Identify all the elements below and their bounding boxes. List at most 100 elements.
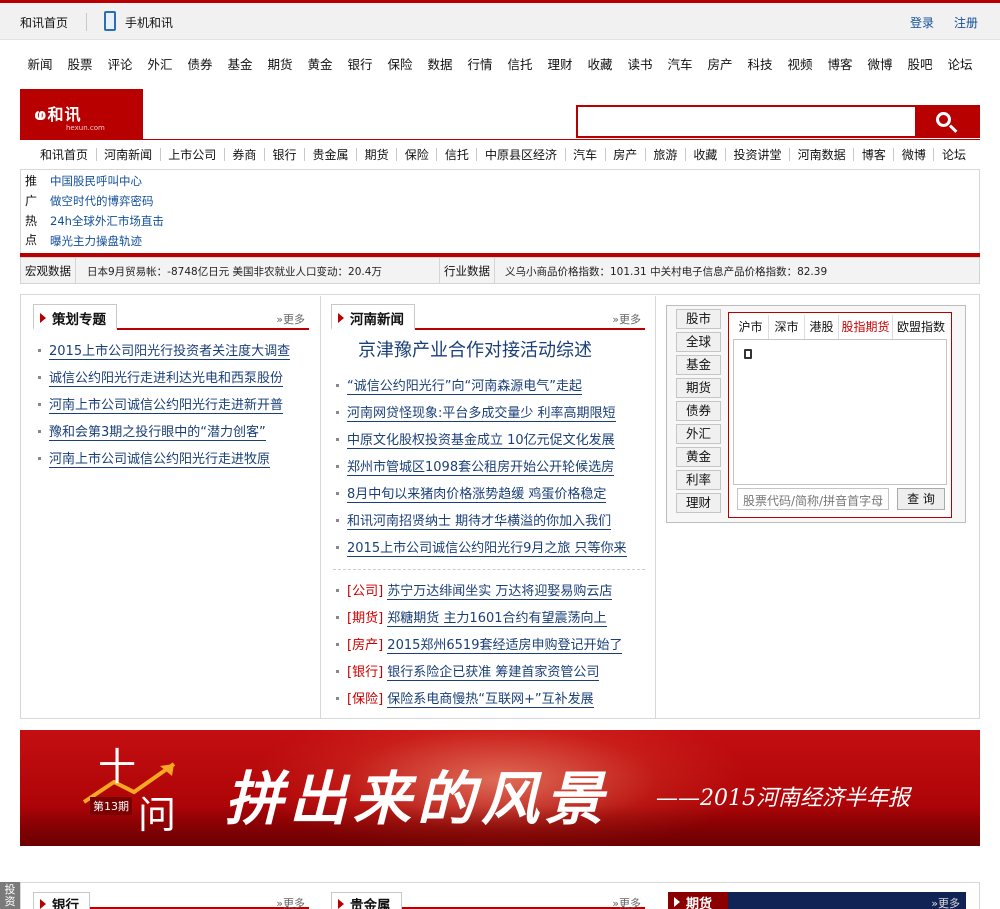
market-button-gold[interactable]: 黄金 <box>676 447 721 467</box>
subnav-item[interactable]: 博客 <box>862 146 886 164</box>
industry-data-label[interactable]: 行业数据 <box>439 258 495 283</box>
list-item[interactable]: 和讯河南招贤纳士 期待才华横溢的你加入我们 <box>333 510 645 537</box>
special-topics-tab[interactable]: 策划专题 <box>33 304 117 330</box>
list-item[interactable]: [保险] 保险系电商慢热“互联网+”互补发展 <box>333 688 645 715</box>
list-item[interactable]: [期货] 郑糖期货 主力1601合约有望震荡向上 <box>333 607 645 634</box>
stock-code-input[interactable]: 股票代码/简称/拼音首字母 <box>737 488 889 510</box>
list-item[interactable]: 郑州市管城区1098套公租房开始公开轮候选房 <box>333 456 645 483</box>
nav-item[interactable]: 股吧 <box>900 54 940 72</box>
promo-link[interactable]: 曝光主力操盘轨迹 <box>50 233 142 249</box>
nav-item[interactable]: 保险 <box>380 54 420 72</box>
subnav-item[interactable]: 旅游 <box>653 146 677 164</box>
subnav-item[interactable]: 券商 <box>232 146 256 164</box>
promo-link[interactable]: 中国股民呼叫中心 <box>50 173 142 189</box>
futures-more-link[interactable]: »更多 <box>931 895 960 909</box>
nav-item[interactable]: 论坛 <box>940 54 980 72</box>
subnav-item[interactable]: 保险 <box>405 146 429 164</box>
tab-shenzhen[interactable]: 深市 <box>769 315 805 340</box>
nav-item[interactable]: 收藏 <box>580 54 620 72</box>
market-button-funds[interactable]: 基金 <box>676 355 721 375</box>
list-item[interactable]: 2015上市公司阳光行投资者关注度大调查 <box>35 340 311 367</box>
hexun-home-link[interactable]: 和讯首页 <box>20 14 68 31</box>
tab-eu-index[interactable]: 欧盟指数 <box>893 315 949 340</box>
subnav-item[interactable]: 中原县区经济 <box>485 146 557 164</box>
subnav-item[interactable]: 贵金属 <box>313 146 349 164</box>
nav-item[interactable]: 外汇 <box>140 54 180 72</box>
nav-item[interactable]: 数据 <box>420 54 460 72</box>
subnav-item[interactable]: 汽车 <box>573 146 597 164</box>
macro-data-label[interactable]: 宏观数据 <box>21 258 76 283</box>
precious-metals-more-link[interactable]: »更多 <box>612 895 641 909</box>
nav-item[interactable]: 基金 <box>220 54 260 72</box>
search-button[interactable] <box>917 105 980 138</box>
henan-news-tab[interactable]: 河南新闻 <box>331 304 415 330</box>
subnav-item[interactable]: 信托 <box>445 146 469 164</box>
futures-tab[interactable]: 期货 <box>668 892 728 909</box>
market-button-stocks[interactable]: 股市 <box>676 309 721 329</box>
list-item[interactable]: 中原文化股权投资基金成立 10亿元促文化发展 <box>333 429 645 456</box>
mobile-hexun-link[interactable]: 手机和讯 <box>125 14 173 31</box>
nav-item[interactable]: 期货 <box>260 54 300 72</box>
subnav-item[interactable]: 期货 <box>365 146 389 164</box>
precious-metals-tab[interactable]: 贵金属 <box>331 892 402 909</box>
nav-item[interactable]: 博客 <box>820 54 860 72</box>
tab-index-futures[interactable]: 股指期货 <box>839 315 893 340</box>
list-item[interactable]: [公司] 苏宁万达绯闻坐实 万达将迎娶易购云店 <box>333 580 645 607</box>
search-input[interactable] <box>576 105 917 138</box>
list-item[interactable]: [银行] 银行系险企已获准 筹建首家资管公司 <box>333 661 645 688</box>
list-item[interactable]: 豫和会第3期之投行眼中的“潜力创客” <box>35 421 311 448</box>
subnav-item[interactable]: 收藏 <box>693 146 717 164</box>
nav-item[interactable]: 理财 <box>540 54 580 72</box>
nav-item[interactable]: 汽车 <box>660 54 700 72</box>
nav-item[interactable]: 评论 <box>100 54 140 72</box>
market-button-rates[interactable]: 利率 <box>676 470 721 490</box>
special-topics-more-link[interactable]: »更多 <box>276 311 305 327</box>
market-button-global[interactable]: 全球 <box>676 332 721 352</box>
list-item[interactable]: 河南上市公司诚信公约阳光行走进新开普 <box>35 394 311 421</box>
tab-hongkong[interactable]: 港股 <box>805 315 839 340</box>
register-link[interactable]: 注册 <box>954 14 978 31</box>
nav-item[interactable]: 视频 <box>780 54 820 72</box>
nav-item[interactable]: 微博 <box>860 54 900 72</box>
promo-link[interactable]: 24h全球外汇市场直击 <box>50 213 164 229</box>
nav-item[interactable]: 科技 <box>740 54 780 72</box>
market-button-bonds[interactable]: 债券 <box>676 401 721 421</box>
promo-link[interactable]: 做空时代的博弈密码 <box>50 193 154 209</box>
list-item[interactable]: 8月中旬以来猪肉价格涨势趋缓 鸡蛋价格稳定 <box>333 483 645 510</box>
list-item[interactable]: 河南上市公司诚信公约阳光行走进牧原 <box>35 448 311 475</box>
bank-tab[interactable]: 银行 <box>33 892 90 909</box>
subnav-item[interactable]: 投资讲堂 <box>734 146 782 164</box>
henan-news-more-link[interactable]: »更多 <box>612 311 641 327</box>
query-button[interactable]: 查 询 <box>897 488 945 510</box>
nav-item[interactable]: 新闻 <box>20 54 60 72</box>
subnav-item[interactable]: 河南新闻 <box>104 146 152 164</box>
mobile-phone-icon[interactable] <box>104 11 116 31</box>
subnav-item[interactable]: 论坛 <box>942 146 966 164</box>
list-item[interactable]: 河南网贷怪现象:平台多成交量少 利率高期限短 <box>333 402 645 429</box>
promo-banner[interactable]: 十 问 第13期 拼出来的风景 ——2015河南经济半年报 <box>20 730 980 846</box>
list-item[interactable]: [房产] 2015郑州6519套经适房申购登记开始了 <box>333 634 645 661</box>
bank-more-link[interactable]: »更多 <box>276 895 305 909</box>
subnav-item[interactable]: 上市公司 <box>168 146 216 164</box>
list-item[interactable]: 诚信公约阳光行走进利达光电和西泵股份 <box>35 367 311 394</box>
market-button-forex[interactable]: 外汇 <box>676 424 721 444</box>
tab-shanghai[interactable]: 沪市 <box>733 315 769 340</box>
nav-item[interactable]: 读书 <box>620 54 660 72</box>
investment-side-tab[interactable]: 投资 <box>0 882 20 909</box>
subnav-item[interactable]: 房产 <box>613 146 637 164</box>
hexun-logo[interactable]: ⱷ和讯 hexun.com <box>20 89 143 139</box>
nav-item[interactable]: 黄金 <box>300 54 340 72</box>
headline-link[interactable]: 京津豫产业合作对接活动综述 <box>358 336 592 362</box>
nav-item[interactable]: 信托 <box>500 54 540 72</box>
nav-item[interactable]: 债券 <box>180 54 220 72</box>
market-button-finance[interactable]: 理财 <box>676 493 721 513</box>
subnav-item[interactable]: 和讯首页 <box>40 146 88 164</box>
subnav-item[interactable]: 河南数据 <box>798 146 846 164</box>
nav-item[interactable]: 行情 <box>460 54 500 72</box>
login-link[interactable]: 登录 <box>910 14 934 31</box>
list-item[interactable]: “诚信公约阳光行”向“河南森源电气”走起 <box>333 375 645 402</box>
subnav-item[interactable]: 微博 <box>902 146 926 164</box>
nav-item[interactable]: 股票 <box>60 54 100 72</box>
nav-item[interactable]: 房产 <box>700 54 740 72</box>
nav-item[interactable]: 银行 <box>340 54 380 72</box>
